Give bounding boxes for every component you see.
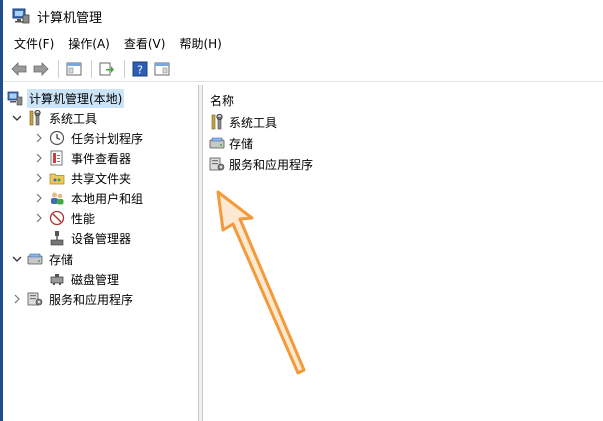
tree-label-event-viewer: 事件查看器 — [71, 151, 132, 166]
services-icon — [209, 156, 225, 172]
tools-icon — [27, 109, 43, 126]
list-item[interactable]: 存储 — [209, 133, 253, 153]
tree-label-disk-management: 磁盘管理 — [71, 272, 120, 287]
chevron-right-icon[interactable] — [33, 152, 45, 164]
tree-label-system-tools: 系统工具 — [49, 111, 98, 126]
menu-view[interactable]: 查看(V) — [124, 35, 166, 52]
performance-icon — [49, 210, 65, 226]
tree-item-event-viewer[interactable]: 事件查看器 — [33, 148, 133, 168]
window-title: 计算机管理 — [37, 10, 103, 26]
tree-item-system-tools[interactable]: 系统工具 — [11, 108, 99, 128]
toolbar-separator — [58, 59, 59, 78]
tree-label-shared-folders: 共享文件夹 — [71, 171, 132, 186]
menu-help[interactable]: 帮助(H) — [179, 35, 221, 52]
tree-label-task-scheduler: 任务计划程序 — [71, 131, 144, 146]
chevron-down-icon[interactable] — [11, 253, 23, 265]
tools-icon — [209, 113, 225, 130]
chevron-right-icon[interactable] — [11, 293, 23, 305]
tree-item-shared-folders[interactable]: 共享文件夹 — [33, 168, 133, 188]
list-item[interactable]: 服务和应用程序 — [209, 154, 313, 174]
console-tree-icon[interactable] — [64, 59, 84, 79]
tree-item-device-manager[interactable]: 设备管理器 — [49, 228, 133, 248]
shared-folder-icon — [49, 170, 65, 186]
console-tree: 计算机管理(本地) 系统工具 任务计划程序 事件查看器 共享文件夹 本地用户和组… — [3, 85, 199, 421]
column-header-name[interactable]: 名称 — [210, 92, 234, 109]
chevron-down-icon[interactable] — [11, 112, 23, 124]
tree-label-services-apps: 服务和应用程序 — [49, 292, 134, 307]
storage-icon — [27, 251, 43, 267]
back-arrow-icon[interactable] — [9, 59, 29, 79]
device-manager-icon — [49, 230, 65, 246]
tree-label-local-users: 本地用户和组 — [71, 191, 144, 206]
tree-item-storage[interactable]: 存储 — [11, 249, 75, 269]
clock-icon — [49, 130, 65, 146]
list-item-label: 存储 — [229, 136, 254, 151]
toolbar-separator — [91, 59, 92, 78]
chevron-right-icon[interactable] — [33, 132, 45, 144]
export-list-icon[interactable] — [97, 59, 117, 79]
pane-splitter[interactable] — [199, 85, 203, 421]
event-log-icon — [49, 150, 65, 166]
disk-management-icon — [49, 271, 65, 287]
toolbar: ? — [3, 56, 603, 82]
title-bar[interactable]: 计算机管理 — [3, 0, 603, 32]
tree-item-services-apps[interactable]: 服务和应用程序 — [11, 289, 135, 309]
tree-item-disk-management[interactable]: 磁盘管理 — [49, 269, 121, 289]
chevron-right-icon[interactable] — [33, 192, 45, 204]
tree-label-root: 计算机管理(本地) — [27, 88, 125, 108]
list-item-label: 系统工具 — [229, 115, 278, 130]
toolbar-separator — [124, 59, 125, 78]
storage-icon — [209, 135, 225, 151]
help-icon[interactable]: ? — [130, 59, 150, 79]
svg-text:?: ? — [137, 63, 143, 76]
details-pane: 名称 系统工具 存储 服务和应用程序 — [204, 85, 603, 421]
tree-item-local-users[interactable]: 本地用户和组 — [33, 188, 145, 208]
computer-management-icon — [7, 90, 23, 106]
menu-action[interactable]: 操作(A) — [68, 35, 110, 52]
computer-management-window: 计算机管理 文件(F) 操作(A) 查看(V) 帮助(H) ? 计算机管理(本地… — [0, 0, 603, 421]
tree-label-device-manager: 设备管理器 — [71, 231, 132, 246]
computer-management-icon — [12, 7, 30, 25]
services-icon — [27, 291, 43, 307]
tree-item-task-scheduler[interactable]: 任务计划程序 — [33, 128, 145, 148]
tree-label-performance: 性能 — [71, 211, 96, 226]
tree-item-root[interactable]: 计算机管理(本地) — [7, 88, 125, 108]
users-icon — [49, 190, 65, 206]
chevron-right-icon[interactable] — [33, 212, 45, 224]
list-item[interactable]: 系统工具 — [209, 112, 277, 132]
list-item-label: 服务和应用程序 — [229, 157, 314, 172]
properties-icon[interactable] — [152, 59, 172, 79]
tree-label-storage: 存储 — [49, 252, 74, 267]
chevron-right-icon[interactable] — [33, 172, 45, 184]
menu-bar: 文件(F) 操作(A) 查看(V) 帮助(H) — [3, 32, 603, 54]
tree-item-performance[interactable]: 性能 — [33, 208, 97, 228]
forward-arrow-icon[interactable] — [31, 59, 51, 79]
menu-file[interactable]: 文件(F) — [14, 35, 54, 52]
